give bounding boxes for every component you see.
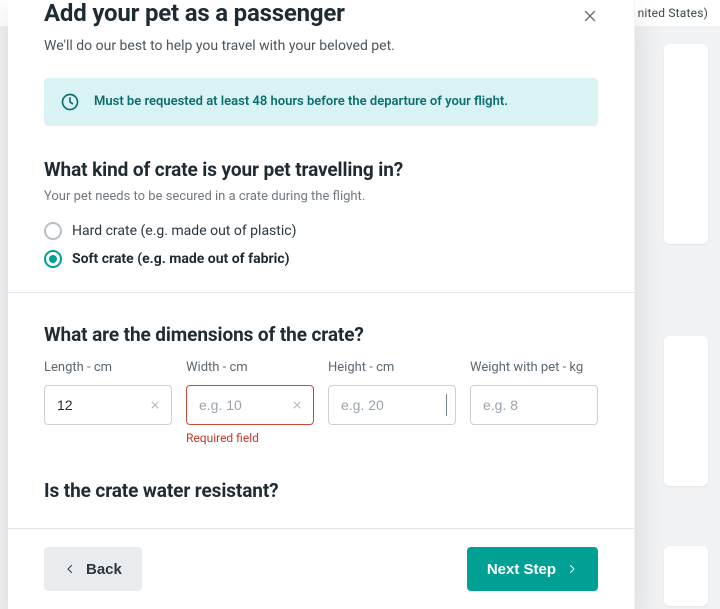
clear-button[interactable]	[287, 395, 307, 415]
input-wrap	[328, 385, 456, 425]
field-length: Length - cm	[44, 360, 172, 425]
radio-soft-crate[interactable]: Soft crate (e.g. made out of fabric)	[44, 250, 598, 268]
next-button-label: Next Step	[487, 561, 556, 578]
locale-indicator: nited States)	[638, 6, 708, 20]
field-label: Weight with pet - kg	[470, 360, 598, 375]
close-icon	[291, 399, 303, 411]
text-cursor	[446, 394, 447, 416]
bg-card	[664, 44, 708, 244]
chevron-left-icon	[64, 563, 76, 575]
bg-card	[664, 336, 708, 486]
field-weight: Weight with pet - kg	[470, 360, 598, 425]
crate-kind-title: What kind of crate is your pet travellin…	[44, 158, 598, 181]
bg-card	[664, 546, 708, 606]
modal-title: Add your pet as a passenger	[44, 0, 598, 28]
info-alert-text: Must be requested at least 48 hours befo…	[94, 94, 508, 109]
chevron-right-icon	[566, 563, 578, 575]
section-divider	[8, 292, 634, 293]
water-resistant-title: Is the crate water resistant?	[44, 479, 598, 502]
height-input[interactable]	[329, 386, 455, 424]
crate-kind-radios: Hard crate (e.g. made out of plastic) So…	[44, 222, 598, 268]
input-wrap	[470, 385, 598, 425]
back-button[interactable]: Back	[44, 547, 142, 591]
radio-label: Soft crate (e.g. made out of fabric)	[72, 251, 290, 267]
input-wrap	[44, 385, 172, 425]
radio-indicator	[44, 222, 62, 240]
radio-indicator	[44, 250, 62, 268]
crate-kind-hint: Your pet needs to be secured in a crate …	[44, 189, 598, 204]
field-label: Height - cm	[328, 360, 456, 375]
radio-hard-crate[interactable]: Hard crate (e.g. made out of plastic)	[44, 222, 598, 240]
field-label: Length - cm	[44, 360, 172, 375]
modal-scroll-area: Add your pet as a passenger We'll do our…	[8, 0, 634, 528]
radio-label: Hard crate (e.g. made out of plastic)	[72, 223, 296, 239]
weight-input[interactable]	[471, 386, 597, 424]
close-icon	[149, 399, 161, 411]
back-button-label: Back	[86, 561, 122, 578]
input-wrap	[186, 385, 314, 425]
dimensions-title: What are the dimensions of the crate?	[44, 323, 598, 346]
modal-footer: Back Next Step	[8, 528, 634, 609]
dimensions-fields: Length - cm Width - cm	[44, 360, 598, 445]
field-height: Height - cm	[328, 360, 456, 425]
modal-header: Add your pet as a passenger We'll do our…	[44, 0, 598, 54]
clock-icon	[60, 92, 80, 112]
info-alert: Must be requested at least 48 hours befo…	[44, 78, 598, 126]
close-button[interactable]	[576, 2, 604, 30]
field-label: Width - cm	[186, 360, 314, 375]
field-error: Required field	[186, 431, 314, 445]
modal-subtitle: We'll do our best to help you travel wit…	[44, 38, 598, 54]
clear-button[interactable]	[145, 395, 165, 415]
pet-modal: Add your pet as a passenger We'll do our…	[8, 0, 635, 609]
close-icon	[581, 7, 599, 25]
field-width: Width - cm Required field	[186, 360, 314, 445]
next-step-button[interactable]: Next Step	[467, 547, 598, 591]
